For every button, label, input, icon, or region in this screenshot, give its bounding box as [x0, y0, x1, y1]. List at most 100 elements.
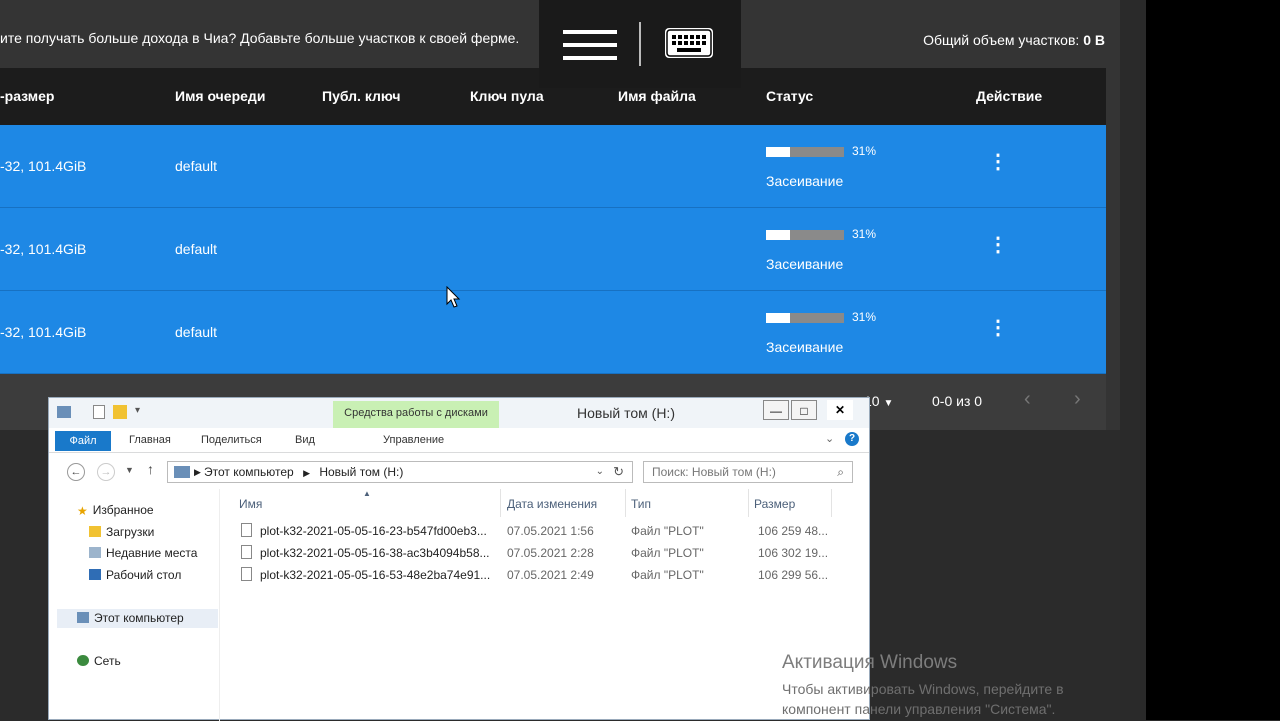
row-queue: default — [175, 158, 218, 174]
close-button[interactable]: ✕ — [827, 400, 853, 420]
nav-label: Сеть — [94, 654, 121, 668]
hamburger-icon[interactable] — [563, 30, 617, 60]
up-icon[interactable]: ↑ — [147, 461, 154, 477]
network-icon — [77, 655, 89, 666]
next-page-icon[interactable]: › — [1074, 388, 1081, 411]
column-separator — [500, 489, 501, 517]
more-vert-icon[interactable]: ⋮ — [988, 152, 1008, 172]
column-separator — [625, 489, 626, 517]
progress-bar — [766, 313, 844, 323]
row-status: Засеивание — [766, 339, 844, 355]
file-icon — [241, 523, 252, 537]
row-size: -32, 101.4GiB — [0, 324, 87, 340]
progress-percent: 31% — [852, 144, 877, 158]
ribbon-expand-icon[interactable]: ⌄ — [825, 432, 834, 445]
progress-percent: 31% — [852, 310, 877, 324]
promo-banner: ите получать больше дохода в Чиа? Добавь… — [0, 30, 520, 46]
sort-ascending-icon: ▲ — [363, 489, 371, 498]
new-folder-icon[interactable] — [113, 405, 127, 419]
refresh-icon[interactable]: ↻ — [613, 462, 624, 482]
col-status[interactable]: Статус — [766, 88, 813, 104]
activation-line-2: компонент панели управления "Система". — [782, 701, 1056, 717]
forward-icon[interactable]: → — [97, 463, 115, 481]
toolbar-divider — [639, 22, 641, 66]
tab-home[interactable]: Главная — [129, 434, 171, 446]
col-name[interactable]: Имя — [239, 497, 262, 511]
properties-icon[interactable] — [93, 405, 105, 419]
recent-locations-icon[interactable]: ▼ — [125, 465, 134, 475]
divider — [1120, 0, 1146, 720]
plots-table: -размер Имя очереди Публ. ключ Ключ пула… — [0, 68, 1106, 430]
activation-watermark-title: Активация Windows — [782, 652, 958, 673]
more-vert-icon[interactable]: ⋮ — [988, 318, 1008, 338]
col-pool-key[interactable]: Ключ пула — [470, 88, 544, 104]
file-size: 106 299 56... — [758, 568, 829, 582]
file-date: 07.05.2021 2:28 — [507, 546, 594, 560]
col-filename[interactable]: Имя файла — [618, 88, 696, 104]
recent-places-icon — [89, 547, 101, 558]
file-type: Файл "PLOT" — [631, 546, 704, 560]
file-list: ▲ Имя Дата изменения Тип Размер plot-k32… — [221, 489, 869, 721]
tab-file[interactable]: Файл — [55, 431, 111, 451]
ribbon-tabs: Файл Главная Поделиться Вид Управление ⌄… — [49, 428, 869, 453]
minimize-button[interactable]: — — [763, 400, 789, 420]
prev-page-icon[interactable]: ‹ — [1024, 388, 1031, 411]
keyboard-icon[interactable] — [665, 28, 713, 58]
back-icon[interactable]: ← — [67, 463, 85, 481]
activation-line-1: Чтобы активировать Windows, перейдите в — [782, 681, 1064, 697]
col-action: Действие — [976, 88, 1043, 104]
search-input[interactable]: Поиск: Новый том (H:) ⌕ — [643, 461, 853, 483]
col-date[interactable]: Дата изменения — [507, 497, 597, 511]
tab-share[interactable]: Поделиться — [201, 434, 262, 446]
col-queue[interactable]: Имя очереди — [175, 88, 265, 104]
tab-view[interactable]: Вид — [295, 434, 315, 446]
nav-network[interactable]: Сеть — [77, 654, 121, 668]
table-row[interactable]: -32, 101.4GiB default 31% Засеивание ⋮ — [0, 125, 1106, 208]
nav-desktop[interactable]: Рабочий стол — [89, 568, 181, 582]
nav-downloads[interactable]: Загрузки — [89, 525, 154, 539]
col-size[interactable]: -размер — [0, 88, 54, 104]
drive-icon — [57, 406, 71, 418]
column-separator — [831, 489, 832, 517]
mouse-cursor-icon — [446, 286, 461, 308]
table-row[interactable]: -32, 101.4GiB default 31% Засеивание ⋮ — [0, 208, 1106, 291]
col-public-key[interactable]: Публ. ключ — [322, 88, 400, 104]
file-name: plot-k32-2021-05-05-16-38-ac3b4094b58... — [260, 546, 490, 560]
file-row[interactable]: plot-k32-2021-05-05-16-53-48e2ba74e91...… — [221, 565, 861, 587]
remote-toolbar — [539, 0, 741, 88]
row-status: Засеивание — [766, 256, 844, 272]
table-row[interactable]: -32, 101.4GiB default 31% Засеивание ⋮ — [0, 291, 1106, 374]
col-type[interactable]: Тип — [631, 497, 651, 511]
desktop-icon — [89, 569, 101, 580]
more-vert-icon[interactable]: ⋮ — [988, 235, 1008, 255]
breadcrumb-computer[interactable]: Этот компьютер — [204, 465, 294, 479]
row-status: Засеивание — [766, 173, 844, 189]
row-queue: default — [175, 241, 218, 257]
total-plot-size: Общий объем участков: 0 B — [923, 32, 1105, 48]
help-icon[interactable]: ? — [845, 432, 859, 446]
computer-icon — [174, 466, 190, 478]
progress-bar — [766, 147, 844, 157]
tab-manage[interactable]: Управление — [383, 434, 444, 446]
nav-this-pc[interactable]: Этот компьютер — [77, 611, 184, 625]
search-icon: ⌕ — [837, 465, 844, 479]
file-row[interactable]: plot-k32-2021-05-05-16-23-b547fd00eb3...… — [221, 521, 861, 543]
quick-access-dropdown-icon[interactable]: ▾ — [135, 405, 140, 416]
disk-tools-context-tab: Средства работы с дисками — [333, 401, 499, 428]
screen-border — [1146, 0, 1280, 720]
col-size[interactable]: Размер — [754, 497, 795, 511]
row-size: -32, 101.4GiB — [0, 158, 87, 174]
activation-watermark-text: Чтобы активировать Windows, перейдите в … — [782, 679, 1064, 719]
maximize-button[interactable]: □ — [791, 400, 817, 420]
file-row[interactable]: plot-k32-2021-05-05-16-38-ac3b4094b58...… — [221, 543, 861, 565]
file-name: plot-k32-2021-05-05-16-53-48e2ba74e91... — [260, 568, 491, 582]
breadcrumb-volume[interactable]: Новый том (H:) — [319, 465, 403, 479]
address-input[interactable]: ▶ Этот компьютер ▶ Новый том (H:) ⌄ ↻ — [167, 461, 633, 483]
nav-favorites[interactable]: ★ Избранное — [77, 503, 154, 518]
address-dropdown-icon[interactable]: ⌄ — [596, 462, 604, 482]
file-icon — [241, 567, 252, 581]
nav-recent[interactable]: Недавние места — [89, 546, 197, 560]
pagination-range: 0-0 из 0 — [932, 393, 983, 409]
nav-label: Рабочий стол — [106, 568, 182, 582]
file-explorer-window: ▾ Средства работы с дисками Новый том (H… — [48, 397, 870, 721]
